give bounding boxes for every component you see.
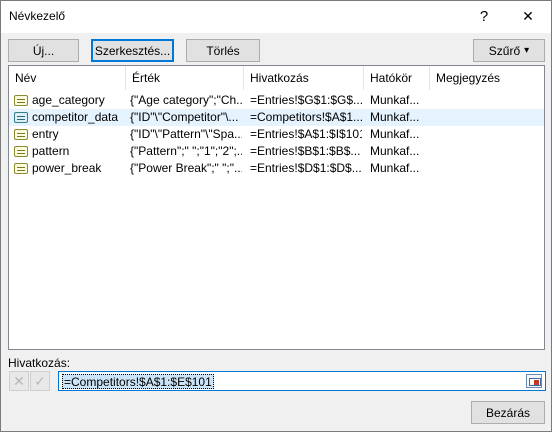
new-button-label: Új...	[32, 43, 55, 58]
new-button[interactable]: Új...	[8, 39, 79, 62]
reference-label: Hivatkozás:	[8, 356, 71, 370]
close-button[interactable]: Bezárás	[471, 401, 545, 424]
name-icon	[14, 163, 28, 174]
title-bar: Névkezelő ? ✕	[1, 1, 551, 33]
item-comment	[436, 126, 542, 143]
item-value: {"ID"\"Competitor"\...	[130, 110, 239, 124]
name-icon	[14, 95, 28, 106]
list-item[interactable]: entry {"ID"\"Pattern"\"Spa... =Entries!$…	[9, 126, 544, 143]
reference-value: =Competitors!$A$1:$E$101	[62, 374, 214, 389]
list-item[interactable]: competitor_data {"ID"\"Competitor"\... =…	[9, 109, 544, 126]
item-comment	[436, 160, 542, 177]
item-name: entry	[32, 127, 59, 141]
item-reference: =Entries!$B$1:$B$...	[250, 144, 361, 158]
column-header-name[interactable]: Név	[9, 66, 126, 90]
item-comment	[436, 109, 542, 126]
name-icon	[14, 146, 28, 157]
item-value: {"Pattern";" ";"1";"2";...	[130, 144, 242, 158]
item-name: age_category	[32, 93, 105, 107]
collapse-dialog-icon[interactable]	[526, 374, 542, 388]
list-header: Név Érték Hivatkozás Hatókör Megjegyzés	[9, 66, 544, 90]
item-name: power_break	[32, 161, 102, 175]
item-name: pattern	[32, 144, 70, 158]
list-item[interactable]: age_category {"Age category";"Ch... =Ent…	[9, 92, 544, 109]
edit-button-label: Szerkesztés...	[94, 43, 171, 58]
item-comment	[436, 92, 542, 109]
name-manager-dialog: Névkezelő ? ✕ Új... Szerkesztés... Törlé…	[0, 0, 552, 432]
item-value: {"Power Break";" ";"...	[130, 161, 242, 175]
item-scope: Munkaf...	[370, 161, 420, 175]
cancel-icon[interactable]: ✕	[9, 371, 29, 391]
edit-button[interactable]: Szerkesztés...	[91, 39, 174, 62]
item-reference: =Entries!$G$1:$G$...	[250, 93, 362, 107]
item-reference: =Competitors!$A$1...	[250, 110, 362, 124]
names-list[interactable]: Név Érték Hivatkozás Hatókör Megjegyzés …	[8, 65, 545, 350]
list-item[interactable]: power_break {"Power Break";" ";"... =Ent…	[9, 160, 544, 177]
table-icon	[14, 112, 28, 123]
close-button-label: Bezárás	[485, 405, 531, 420]
item-scope: Munkaf...	[370, 144, 420, 158]
item-reference: =Entries!$A$1:$I$101	[250, 127, 362, 141]
name-icon	[14, 129, 28, 140]
item-scope: Munkaf...	[370, 93, 420, 107]
list-item[interactable]: pattern {"Pattern";" ";"1";"2";... =Entr…	[9, 143, 544, 160]
column-header-scope[interactable]: Hatókör	[364, 66, 430, 90]
column-header-comment[interactable]: Megjegyzés	[430, 66, 544, 90]
column-header-reference[interactable]: Hivatkozás	[244, 66, 364, 90]
delete-button[interactable]: Törlés	[186, 39, 260, 62]
filter-button[interactable]: Szűrő ▾	[473, 39, 545, 62]
item-scope: Munkaf...	[370, 110, 420, 124]
item-comment	[436, 143, 542, 160]
item-value: {"ID"\"Pattern"\"Spa...	[130, 127, 242, 141]
item-reference: =Entries!$D$1:$D$...	[250, 161, 362, 175]
chevron-down-icon: ▾	[524, 45, 530, 56]
delete-button-label: Törlés	[206, 43, 240, 58]
filter-button-label: Szűrő	[488, 43, 521, 58]
item-name: competitor_data	[32, 110, 119, 124]
item-scope: Munkaf...	[370, 127, 420, 141]
close-icon[interactable]: ✕	[505, 1, 551, 32]
help-button[interactable]: ?	[461, 1, 507, 32]
reference-input[interactable]: =Competitors!$A$1:$E$101	[58, 371, 546, 391]
item-value: {"Age category";"Ch...	[130, 93, 242, 107]
dialog-title: Névkezelő	[9, 9, 66, 23]
column-header-value[interactable]: Érték	[126, 66, 244, 90]
check-icon[interactable]: ✓	[30, 371, 50, 391]
